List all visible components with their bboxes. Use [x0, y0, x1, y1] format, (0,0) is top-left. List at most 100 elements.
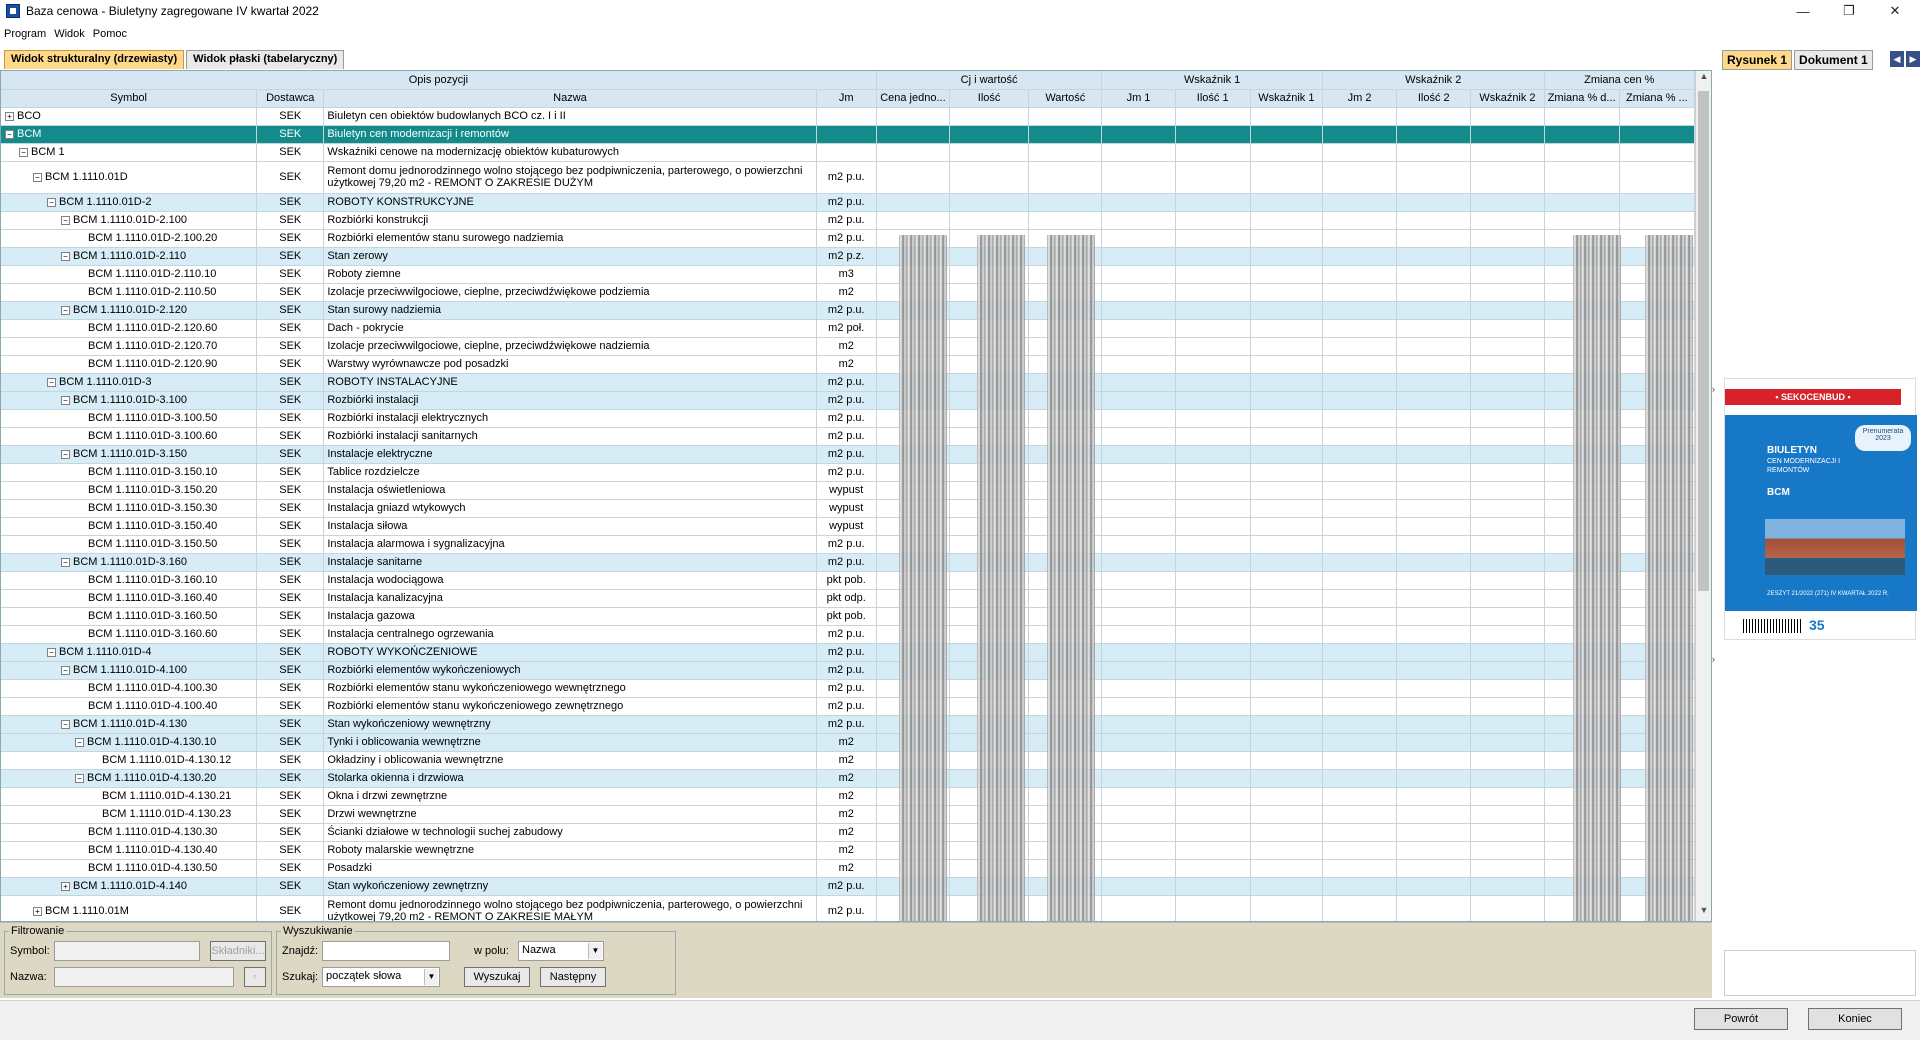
col-header-jm[interactable]: Jm [816, 89, 877, 108]
collapse-icon[interactable]: − [47, 197, 56, 207]
chevron-down-icon[interactable]: ▼ [424, 969, 438, 985]
collapse-icon[interactable]: − [61, 215, 70, 225]
table-row[interactable]: − BCM 1.1110.01D-2 SEK ROBOTY KONSTRUKCYJNE… [1, 193, 1696, 212]
scrollbar-thumb[interactable] [1698, 91, 1709, 591]
col-header-ilosc2[interactable]: Ilość 2 [1396, 89, 1472, 108]
table-row[interactable]: BCM 1.1110.01D-4.130.21 SEK Okna i drzwi z… [1, 787, 1696, 806]
collapse-icon[interactable]: − [47, 377, 56, 387]
maximize-button[interactable]: ❐ [1826, 0, 1872, 22]
menu-pomoc[interactable]: Pomoc [93, 28, 127, 40]
table-row[interactable]: − BCM 1.1110.01D-3.100 SEK Rozbiórki instal… [1, 391, 1696, 410]
table-row[interactable]: BCM 1.1110.01D-2.120.60 SEK Dach - pokryci… [1, 319, 1696, 338]
table-row[interactable]: BCM 1.1110.01D-4.130.40 SEK Roboty malarsk… [1, 841, 1696, 860]
table-row[interactable]: − BCM 1.1110.01D-4 SEK ROBOTY WYKOŃCZENIOWE… [1, 643, 1696, 662]
tab-prev-icon[interactable]: ◀ [1890, 51, 1904, 67]
next-button[interactable]: Następny [540, 967, 606, 987]
tab-dokument[interactable]: Dokument 1 [1794, 50, 1873, 70]
expand-icon[interactable]: + [5, 111, 14, 121]
tab-rysunek[interactable]: Rysunek 1 [1722, 50, 1793, 70]
col-header-ilosc[interactable]: Ilość [949, 89, 1030, 108]
table-row[interactable]: BCM 1.1110.01D-2.110.10 SEK Roboty ziemne m… [1, 265, 1696, 284]
tab-flat-view[interactable]: Widok płaski (tabelaryczny) [186, 50, 345, 69]
scroll-down-icon[interactable]: ▼ [1696, 905, 1711, 921]
col-header-zmiana-d[interactable]: Zmiana % d... [1544, 89, 1620, 108]
table-row[interactable]: − BCM 1.1110.01D-3 SEK ROBOTY INSTALACYJNE m… [1, 373, 1696, 392]
table-row[interactable]: − BCM 1.1110.01D-2.120 SEK Stan surowy nadz… [1, 301, 1696, 320]
table-row[interactable]: + BCM 1.1110.01D-4.140 SEK Stan wykończenio… [1, 877, 1696, 896]
table-row[interactable]: BCM 1.1110.01D-3.160.10 SEK Instalacja wod… [1, 571, 1696, 590]
collapse-icon[interactable]: − [47, 647, 56, 657]
table-row[interactable]: BCM 1.1110.01D-3.100.50 SEK Rozbiórki inst… [1, 409, 1696, 428]
filter-nazwa-input[interactable] [54, 967, 234, 987]
expand-icon[interactable]: + [61, 881, 70, 891]
back-button[interactable]: Powrót [1694, 1008, 1788, 1030]
search-button[interactable]: Wyszukaj [464, 967, 530, 987]
skladniki-button[interactable]: Składniki... [210, 941, 266, 961]
grid-vertical-scrollbar[interactable]: ▲ ▼ [1695, 71, 1711, 921]
filter-clear-button[interactable]: ◦ [244, 967, 266, 987]
minimize-button[interactable]: — [1780, 0, 1826, 22]
search-field-select[interactable]: Nazwa ▼ [518, 941, 604, 961]
col-header-ilosc1[interactable]: Ilość 1 [1175, 89, 1251, 108]
col-header-dostawca[interactable]: Dostawca [256, 89, 325, 108]
table-row[interactable]: − BCM 1.1110.01D-2.100 SEK Rozbiórki konstr… [1, 211, 1696, 230]
chevron-down-icon[interactable]: ▼ [588, 943, 602, 959]
table-row[interactable]: BCM 1.1110.01D-3.160.60 SEK Instalacja cen… [1, 625, 1696, 644]
table-row[interactable]: BCM 1.1110.01D-4.130.30 SEK Ścianki działo… [1, 823, 1696, 842]
table-row[interactable]: BCM 1.1110.01D-3.150.50 SEK Instalacja ala… [1, 535, 1696, 554]
col-header-cena[interactable]: Cena jedno... [876, 89, 951, 108]
collapse-icon[interactable]: − [75, 773, 84, 783]
collapse-icon[interactable]: − [33, 172, 42, 182]
table-row[interactable]: BCM 1.1110.01D-4.100.40 SEK Rozbiórki elem… [1, 697, 1696, 716]
col-header-jm1[interactable]: Jm 1 [1101, 89, 1176, 108]
col-header-jm2[interactable]: Jm 2 [1322, 89, 1398, 108]
tab-next-icon[interactable]: ▶ [1906, 51, 1920, 67]
preview-description-area[interactable] [1724, 950, 1916, 996]
search-find-input[interactable] [322, 941, 450, 961]
menu-program[interactable]: Program [4, 28, 46, 40]
table-row[interactable]: BCM 1.1110.01D-2.120.70 SEK Izolacje przec… [1, 337, 1696, 356]
table-row[interactable]: − BCM 1.1110.01D-2.110 SEK Stan zerowy m2 p.… [1, 247, 1696, 266]
table-row[interactable]: − BCM 1.1110.01D-4.130.10 SEK Tynki i oblic… [1, 733, 1696, 752]
table-row[interactable]: − BCM SEK Biuletyn cen modernizacji i remon… [1, 125, 1696, 144]
collapse-icon[interactable]: − [61, 251, 70, 261]
table-row[interactable]: BCM 1.1110.01D-4.130.23 SEK Drzwi wewnętrz… [1, 805, 1696, 824]
collapse-icon[interactable]: − [75, 737, 84, 747]
table-row[interactable]: BCM 1.1110.01D-2.110.50 SEK Izolacje przec… [1, 283, 1696, 302]
col-header-wskaznik2[interactable]: Wskaźnik 2 [1470, 89, 1545, 108]
col-header-zmiana[interactable]: Zmiana % ... [1619, 89, 1696, 108]
collapse-icon[interactable]: − [61, 557, 70, 567]
collapse-right-icon[interactable]: › [1712, 384, 1715, 394]
table-row[interactable]: BCM 1.1110.01D-4.100.30 SEK Rozbiórki elem… [1, 679, 1696, 698]
scroll-up-icon[interactable]: ▲ [1696, 71, 1711, 87]
table-row[interactable]: BCM 1.1110.01D-4.130.12 SEK Okładziny i ob… [1, 751, 1696, 770]
table-row[interactable]: BCM 1.1110.01D-3.100.60 SEK Rozbiórki inst… [1, 427, 1696, 446]
collapse-icon[interactable]: − [61, 305, 70, 315]
tab-structural-view[interactable]: Widok strukturalny (drzewiasty) [4, 50, 185, 69]
table-row[interactable]: BCM 1.1110.01D-3.150.30 SEK Instalacja gni… [1, 499, 1696, 518]
filter-symbol-input[interactable] [54, 941, 200, 961]
table-row[interactable]: BCM 1.1110.01D-3.160.40 SEK Instalacja kan… [1, 589, 1696, 608]
collapse-icon[interactable]: − [5, 129, 14, 139]
table-row[interactable]: + BCO SEK Biuletyn cen obiektów budowlanych… [1, 107, 1696, 126]
table-row[interactable]: BCM 1.1110.01D-3.150.40 SEK Instalacja sił… [1, 517, 1696, 536]
expand-icon[interactable]: + [33, 906, 42, 916]
table-row[interactable]: BCM 1.1110.01D-3.150.10 SEK Tablice rozdzi… [1, 463, 1696, 482]
collapse-icon[interactable]: − [19, 147, 28, 157]
table-row[interactable]: − BCM 1.1110.01D-4.130 SEK Stan wykończenio… [1, 715, 1696, 734]
table-row[interactable]: BCM 1.1110.01D-2.120.90 SEK Warstwy wyrówn… [1, 355, 1696, 374]
col-header-symbol[interactable]: Symbol [1, 89, 258, 108]
collapse-icon[interactable]: − [61, 665, 70, 675]
table-row[interactable]: − BCM 1.1110.01D-3.150 SEK Instalacje elekt… [1, 445, 1696, 464]
table-row[interactable]: BCM 1.1110.01D-2.100.20 SEK Rozbiórki elem… [1, 229, 1696, 248]
end-button[interactable]: Koniec [1808, 1008, 1902, 1030]
collapse-icon[interactable]: − [61, 395, 70, 405]
expand-right-icon[interactable]: › [1712, 654, 1715, 664]
table-row[interactable]: BCM 1.1110.01D-4.130.50 SEK Posadzki m2 [1, 859, 1696, 878]
collapse-icon[interactable]: − [61, 449, 70, 459]
close-button[interactable]: ✕ [1872, 0, 1918, 22]
table-row[interactable]: − BCM 1.1110.01D-3.160 SEK Instalacje sanit… [1, 553, 1696, 572]
table-row[interactable]: − BCM 1 SEK Wskaźniki cenowe na modernizacj… [1, 143, 1696, 162]
col-header-wskaznik1[interactable]: Wskaźnik 1 [1250, 89, 1323, 108]
table-row[interactable]: − BCM 1.1110.01D-4.130.20 SEK Stolarka okie… [1, 769, 1696, 788]
